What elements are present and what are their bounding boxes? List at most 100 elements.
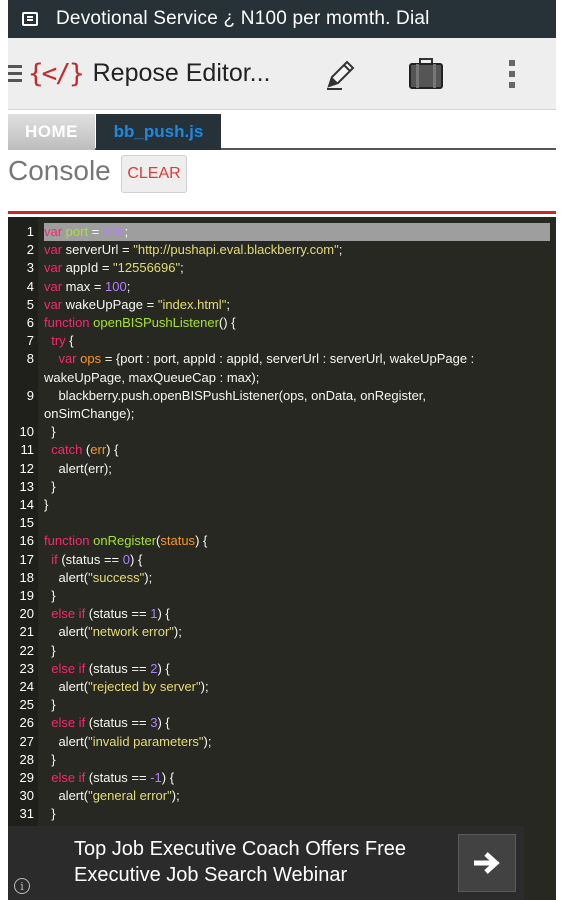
code-token: = {port : port, appId : appId, serverUrl… xyxy=(101,351,475,367)
app-bar: {</} Repose Editor... xyxy=(8,38,556,110)
line-number: 6 xyxy=(26,315,34,330)
code-token: if xyxy=(44,551,62,567)
code-text: var serverUrl = "http://pushapi.eval.bla… xyxy=(44,241,342,259)
code-token: status xyxy=(160,533,196,549)
code-text: var port = 100; xyxy=(44,223,128,241)
code-text: try { xyxy=(44,332,74,350)
code-text: var appId = "12556696"; xyxy=(44,259,184,277)
code-token: } xyxy=(44,478,56,494)
code-token: var xyxy=(44,242,66,258)
code-token: catch xyxy=(44,442,86,458)
code-token: ) { xyxy=(130,551,143,567)
code-token: var xyxy=(44,224,66,239)
status-bar: Devotional Service ¿ N100 per momth. Dia… xyxy=(8,0,556,38)
code-token: ); xyxy=(171,788,180,804)
ad-banner[interactable]: i Top Job Executive Coach Offers Free Ex… xyxy=(8,826,524,900)
line-number: 9 xyxy=(26,387,34,403)
code-token: onSimChange); xyxy=(44,406,135,421)
code-token: ; xyxy=(126,278,131,294)
file-tabs: HOME bb_push.js xyxy=(8,110,556,150)
code-token: } xyxy=(44,642,56,658)
code-token: try xyxy=(44,333,70,349)
code-token: var xyxy=(44,278,66,294)
code-token: "http://pushapi.eval.blackberry.com" xyxy=(133,242,339,258)
code-token: "rejected by server" xyxy=(88,679,201,694)
code-text: } xyxy=(44,751,56,769)
line-number: 25 xyxy=(19,697,34,713)
line-number: 30 xyxy=(19,788,34,804)
code-token: alert(err); xyxy=(44,460,112,476)
code-token: { xyxy=(69,333,74,349)
ad-action-button[interactable] xyxy=(458,834,516,892)
code-text: } xyxy=(44,805,56,823)
line-number: 24 xyxy=(19,679,34,694)
line-number: 19 xyxy=(19,588,34,603)
line-number: 21 xyxy=(19,624,34,640)
code-text: else if (status == 2) { xyxy=(44,660,170,678)
code-token: ) { xyxy=(157,660,170,676)
line-number: 29 xyxy=(19,770,34,785)
code-text: alert("network error"); xyxy=(44,623,181,641)
code-token: 100 xyxy=(102,224,125,239)
code-token: (status == xyxy=(88,660,151,676)
line-number: 11 xyxy=(20,442,35,458)
code-token: () { xyxy=(218,315,236,330)
code-token: ops xyxy=(80,351,102,367)
code-text: alert("general error"); xyxy=(44,787,180,805)
more-vert-icon[interactable] xyxy=(492,54,532,94)
tab-home[interactable]: HOME xyxy=(8,114,95,150)
pen-icon[interactable] xyxy=(321,54,361,94)
code-token: err xyxy=(90,442,107,458)
code-token: } xyxy=(44,497,49,512)
code-token: alert( xyxy=(44,788,89,804)
code-text: else if (status == 1) { xyxy=(44,605,170,623)
code-editor[interactable]: 1 var port = 100; 2 var serverUrl = "http:/… xyxy=(8,217,556,900)
line-number: 18 xyxy=(19,569,34,585)
code-token: else if xyxy=(44,606,89,622)
code-token: } xyxy=(44,751,56,767)
code-token: (status == xyxy=(61,551,123,567)
code-token: "12556696" xyxy=(113,260,181,276)
line-number: 2 xyxy=(26,242,34,258)
code-token: (status == xyxy=(88,770,151,785)
line-number: 12 xyxy=(19,460,34,476)
line-number: 23 xyxy=(19,660,34,676)
code-token: ) { xyxy=(157,715,170,731)
code-text: alert(err); xyxy=(44,460,112,478)
code-text: if (status == 0) { xyxy=(44,551,142,569)
code-text: } xyxy=(44,587,56,605)
code-text: else if (status == 3) { xyxy=(44,714,170,732)
code-token: ; xyxy=(338,242,343,258)
code-text: var wakeUpPage = "index.html"; xyxy=(44,296,230,314)
code-token: } xyxy=(44,697,56,713)
console-label: Console xyxy=(8,155,111,186)
chat-icon xyxy=(22,12,38,26)
line-number: 13 xyxy=(19,478,34,494)
status-notification-text: Devotional Service ¿ N100 per momth. Dia… xyxy=(56,8,430,29)
clear-button[interactable]: CLEAR xyxy=(121,155,187,193)
code-token: ); xyxy=(203,733,212,749)
code-token: "general error" xyxy=(88,788,172,804)
line-number: 28 xyxy=(19,751,34,767)
code-text: blackberry.push.openBISPushListener(ops,… xyxy=(44,387,426,405)
menu-icon[interactable] xyxy=(8,65,22,82)
code-token: ) { xyxy=(157,606,170,622)
ad-text[interactable]: Top Job Executive Coach Offers Free Exec… xyxy=(74,836,444,888)
code-token: ); xyxy=(200,679,209,694)
code-token: (status == xyxy=(88,606,151,622)
code-text: onSimChange); xyxy=(44,405,134,423)
app-logo[interactable]: {</} xyxy=(28,59,85,89)
code-token: "index.html" xyxy=(157,296,227,312)
code-token: } xyxy=(44,806,56,822)
code-token: } xyxy=(44,588,56,603)
code-token: 0 xyxy=(122,551,130,567)
code-token: ); xyxy=(144,569,153,585)
briefcase-icon[interactable] xyxy=(406,54,446,94)
code-token: var xyxy=(44,296,66,312)
code-token: alert( xyxy=(44,733,89,749)
tab-bb-push-js[interactable]: bb_push.js xyxy=(96,114,221,150)
code-token: function xyxy=(44,533,94,549)
code-token: var xyxy=(44,351,81,367)
line-number: 26 xyxy=(19,715,34,731)
info-icon[interactable]: i xyxy=(14,878,30,894)
